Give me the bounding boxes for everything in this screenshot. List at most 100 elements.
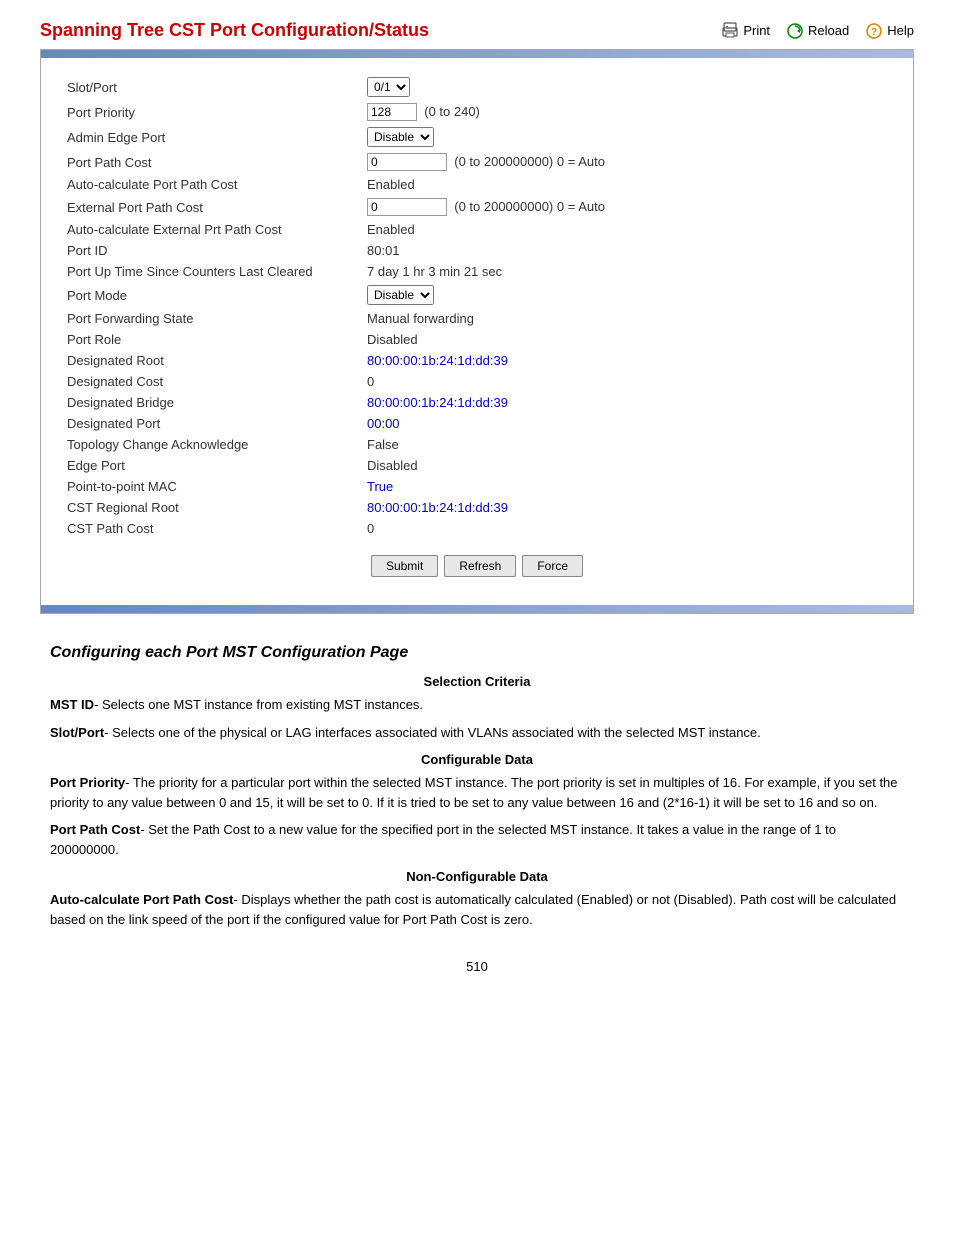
- table-row: CST Path Cost 0: [61, 518, 893, 539]
- field-label: Designated Cost: [61, 371, 361, 392]
- table-row: Port Mode Disable Enable: [61, 282, 893, 308]
- field-label: CST Regional Root: [61, 497, 361, 518]
- field-value: 0/1: [361, 74, 893, 100]
- slot-port-label: Slot/Port: [50, 725, 104, 740]
- form-table: Slot/Port 0/1 Port Priority (0 to 240): [61, 74, 893, 539]
- page-number: 510: [40, 959, 914, 974]
- field-value: False: [361, 434, 893, 455]
- field-value: True: [361, 476, 893, 497]
- reload-button[interactable]: Reload: [786, 22, 849, 40]
- button-row: Submit Refresh Force: [61, 555, 893, 577]
- table-row: Edge Port Disabled: [61, 455, 893, 476]
- field-label: Designated Bridge: [61, 392, 361, 413]
- panel-footer-bar: [41, 605, 913, 613]
- print-button[interactable]: Print: [721, 22, 770, 40]
- field-label: Topology Change Acknowledge: [61, 434, 361, 455]
- submit-button[interactable]: Submit: [371, 555, 438, 577]
- field-label: Port Forwarding State: [61, 308, 361, 329]
- field-value: (0 to 200000000) 0 = Auto: [361, 195, 893, 219]
- table-row: Port Forwarding State Manual forwarding: [61, 308, 893, 329]
- field-label: Designated Port: [61, 413, 361, 434]
- field-value: 7 day 1 hr 3 min 21 sec: [361, 261, 893, 282]
- port-priority-input[interactable]: [367, 103, 417, 121]
- non-configurable-title: Non-Configurable Data: [50, 869, 904, 884]
- field-value: Enabled: [361, 219, 893, 240]
- table-row: Designated Bridge 80:00:00:1b:24:1d:dd:3…: [61, 392, 893, 413]
- port-path-cost-input[interactable]: [367, 153, 447, 171]
- field-value: Enabled: [361, 174, 893, 195]
- slot-port-select[interactable]: 0/1: [367, 77, 410, 97]
- field-label: Edge Port: [61, 455, 361, 476]
- admin-edge-port-select[interactable]: Disable Enable: [367, 127, 434, 147]
- table-row: Designated Root 80:00:00:1b:24:1d:dd:39: [61, 350, 893, 371]
- field-value: (0 to 200000000) 0 = Auto: [361, 150, 893, 174]
- print-label: Print: [743, 23, 770, 38]
- table-row: Designated Port 00:00: [61, 413, 893, 434]
- table-row: Port Path Cost (0 to 200000000) 0 = Auto: [61, 150, 893, 174]
- field-value: 80:01: [361, 240, 893, 261]
- auto-calc-para: Auto-calculate Port Path Cost- Displays …: [50, 890, 904, 929]
- field-label: External Port Path Cost: [61, 195, 361, 219]
- port-priority-doc-label: Port Priority: [50, 775, 125, 790]
- table-row: Port ID 80:01: [61, 240, 893, 261]
- reload-label: Reload: [808, 23, 849, 38]
- doc-section: Configuring each Port MST Configuration …: [40, 644, 914, 929]
- port-path-cost-doc-text: - Set the Path Cost to a new value for t…: [50, 822, 836, 857]
- port-priority-note: (0 to 240): [421, 104, 480, 119]
- print-icon: [721, 22, 739, 40]
- port-mode-select[interactable]: Disable Enable: [367, 285, 434, 305]
- help-icon: ?: [865, 22, 883, 40]
- header-actions: Print Reload ? Help: [721, 22, 914, 40]
- help-button[interactable]: ? Help: [865, 22, 914, 40]
- field-label: Port Mode: [61, 282, 361, 308]
- port-path-cost-doc-label: Port Path Cost: [50, 822, 140, 837]
- force-button[interactable]: Force: [522, 555, 583, 577]
- table-row: Designated Cost 0: [61, 371, 893, 392]
- table-row: Auto-calculate External Prt Path Cost En…: [61, 219, 893, 240]
- field-label: Auto-calculate External Prt Path Cost: [61, 219, 361, 240]
- slot-port-para: Slot/Port- Selects one of the physical o…: [50, 723, 904, 743]
- mst-id-para: MST ID- Selects one MST instance from ex…: [50, 695, 904, 715]
- main-panel: Slot/Port 0/1 Port Priority (0 to 240): [40, 49, 914, 614]
- port-path-cost-note: (0 to 200000000) 0 = Auto: [451, 154, 605, 169]
- table-row: Slot/Port 0/1: [61, 74, 893, 100]
- slot-port-text: - Selects one of the physical or LAG int…: [104, 725, 761, 740]
- field-value: 0: [361, 518, 893, 539]
- field-label: Auto-calculate Port Path Cost: [61, 174, 361, 195]
- table-row: CST Regional Root 80:00:00:1b:24:1d:dd:3…: [61, 497, 893, 518]
- page-header: Spanning Tree CST Port Configuration/Sta…: [40, 20, 914, 41]
- field-value: (0 to 240): [361, 100, 893, 124]
- field-value: 80:00:00:1b:24:1d:dd:39: [361, 392, 893, 413]
- field-value: 0: [361, 371, 893, 392]
- table-row: Admin Edge Port Disable Enable: [61, 124, 893, 150]
- field-value: Disable Enable: [361, 282, 893, 308]
- field-value: Disabled: [361, 455, 893, 476]
- field-value: 80:00:00:1b:24:1d:dd:39: [361, 350, 893, 371]
- external-port-path-cost-input[interactable]: [367, 198, 447, 216]
- mst-id-text: - Selects one MST instance from existing…: [94, 697, 423, 712]
- field-label: Port ID: [61, 240, 361, 261]
- field-label: Port Path Cost: [61, 150, 361, 174]
- field-value: 00:00: [361, 413, 893, 434]
- field-value: 80:00:00:1b:24:1d:dd:39: [361, 497, 893, 518]
- refresh-button[interactable]: Refresh: [444, 555, 516, 577]
- panel-header-bar: [41, 50, 913, 58]
- port-path-cost-para: Port Path Cost- Set the Path Cost to a n…: [50, 820, 904, 859]
- svg-text:?: ?: [871, 27, 877, 38]
- table-row: Port Role Disabled: [61, 329, 893, 350]
- field-label: Port Up Time Since Counters Last Cleared: [61, 261, 361, 282]
- field-label: Slot/Port: [61, 74, 361, 100]
- mst-id-label: MST ID: [50, 697, 94, 712]
- table-row: Port Up Time Since Counters Last Cleared…: [61, 261, 893, 282]
- table-row: Point-to-point MAC True: [61, 476, 893, 497]
- field-value: Manual forwarding: [361, 308, 893, 329]
- selection-criteria-title: Selection Criteria: [50, 674, 904, 689]
- configurable-data-title: Configurable Data: [50, 752, 904, 767]
- page-title: Spanning Tree CST Port Configuration/Sta…: [40, 20, 429, 41]
- field-value: Disable Enable: [361, 124, 893, 150]
- table-row: Auto-calculate Port Path Cost Enabled: [61, 174, 893, 195]
- field-label: CST Path Cost: [61, 518, 361, 539]
- field-label: Port Role: [61, 329, 361, 350]
- table-row: Topology Change Acknowledge False: [61, 434, 893, 455]
- external-port-path-cost-note: (0 to 200000000) 0 = Auto: [451, 199, 605, 214]
